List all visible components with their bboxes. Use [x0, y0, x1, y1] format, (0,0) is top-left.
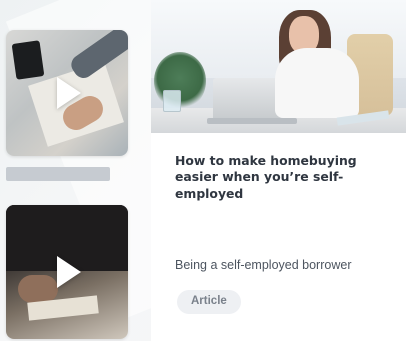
article-subtitle: Being a self-employed borrower: [175, 258, 352, 272]
laptop-base-image: [207, 118, 297, 124]
article-title[interactable]: How to make homebuying easier when you’r…: [175, 153, 383, 202]
article-badge: Article: [177, 290, 241, 314]
person-body-image: [275, 48, 359, 118]
article-card[interactable]: How to make homebuying easier when you’r…: [151, 0, 406, 341]
thumbnail-caption-placeholder: [6, 167, 110, 181]
article-photo: [151, 0, 406, 133]
play-icon[interactable]: [57, 256, 81, 288]
tablet-image: [11, 40, 45, 80]
glass-image: [163, 90, 181, 112]
play-icon[interactable]: [57, 77, 81, 109]
video-thumbnail-meeting[interactable]: [6, 30, 128, 156]
hand-image: [18, 275, 58, 303]
video-thumbnail-writing[interactable]: [6, 205, 128, 339]
